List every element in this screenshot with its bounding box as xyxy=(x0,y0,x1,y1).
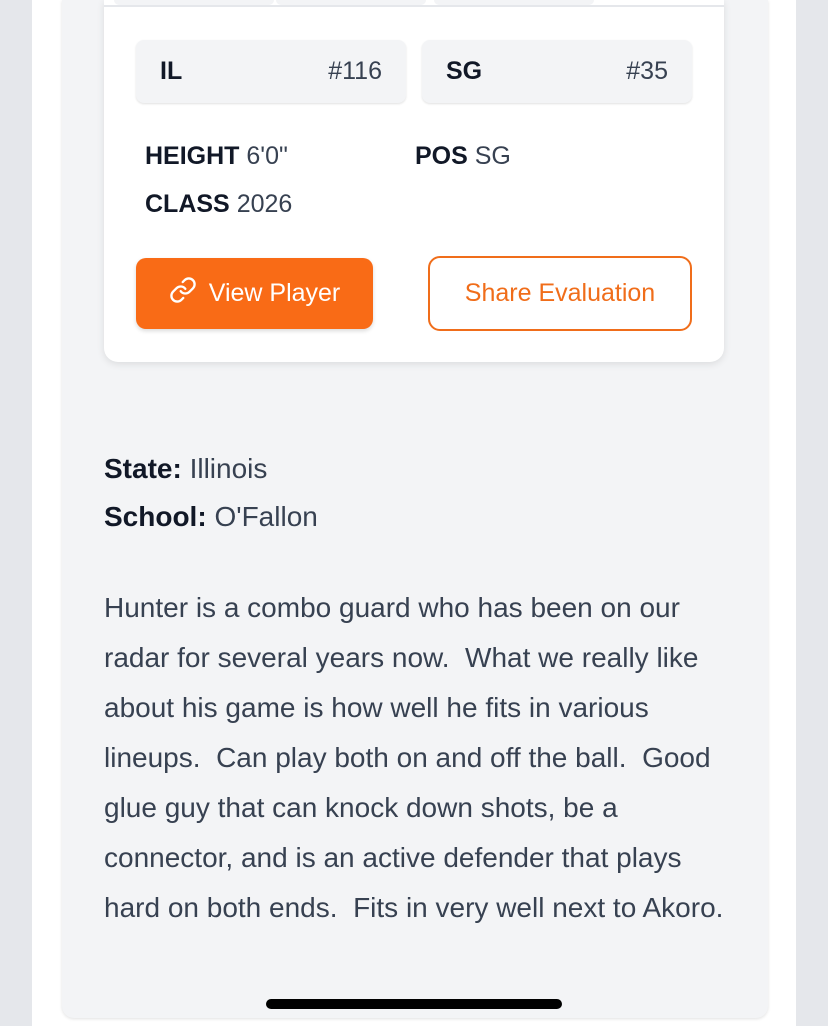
attr-pos: POS SG xyxy=(415,142,511,171)
ranking-position: SG #35 xyxy=(422,40,692,103)
evaluation-description: Hunter is a combo guard who has been on … xyxy=(104,592,724,923)
link-icon xyxy=(169,276,197,311)
ranking-state: IL #116 xyxy=(136,40,406,103)
attr-value: 6'0" xyxy=(246,142,288,170)
ranking-value: #116 xyxy=(328,57,382,85)
ranking-key: SG xyxy=(446,57,483,85)
attr-label: HEIGHT xyxy=(145,142,240,170)
view-player-label: View Player xyxy=(208,279,341,307)
info-state: State: Illinois xyxy=(104,453,267,485)
attr-class: CLASS 2026 xyxy=(145,190,292,219)
info-label: State: xyxy=(104,453,182,484)
card-top-strip xyxy=(104,0,724,7)
attr-label: CLASS xyxy=(145,190,230,218)
ranking-key: IL xyxy=(160,57,183,85)
info-value: Illinois xyxy=(189,453,268,484)
attr-label: POS xyxy=(415,142,468,170)
attr-height: HEIGHT 6'0" xyxy=(145,142,288,171)
ranking-value: #35 xyxy=(626,57,668,85)
attr-value: 2026 xyxy=(236,190,293,218)
share-evaluation-button[interactable]: Share Evaluation xyxy=(428,256,692,331)
share-evaluation-label: Share Evaluation xyxy=(464,279,656,307)
home-indicator[interactable] xyxy=(266,999,562,1009)
info-school: School: O'Fallon xyxy=(104,501,318,533)
info-label: School: xyxy=(104,501,207,532)
page: IL #116 SG #35 HEIGHT 6'0" POS SG CLASS … xyxy=(32,0,796,1026)
attr-value: SG xyxy=(474,142,511,170)
evaluation-card: IL #116 SG #35 HEIGHT 6'0" POS SG CLASS … xyxy=(62,0,768,1018)
player-card: IL #116 SG #35 HEIGHT 6'0" POS SG CLASS … xyxy=(104,0,724,362)
view-player-button[interactable]: View Player xyxy=(136,258,373,329)
info-value: O'Fallon xyxy=(214,501,318,532)
